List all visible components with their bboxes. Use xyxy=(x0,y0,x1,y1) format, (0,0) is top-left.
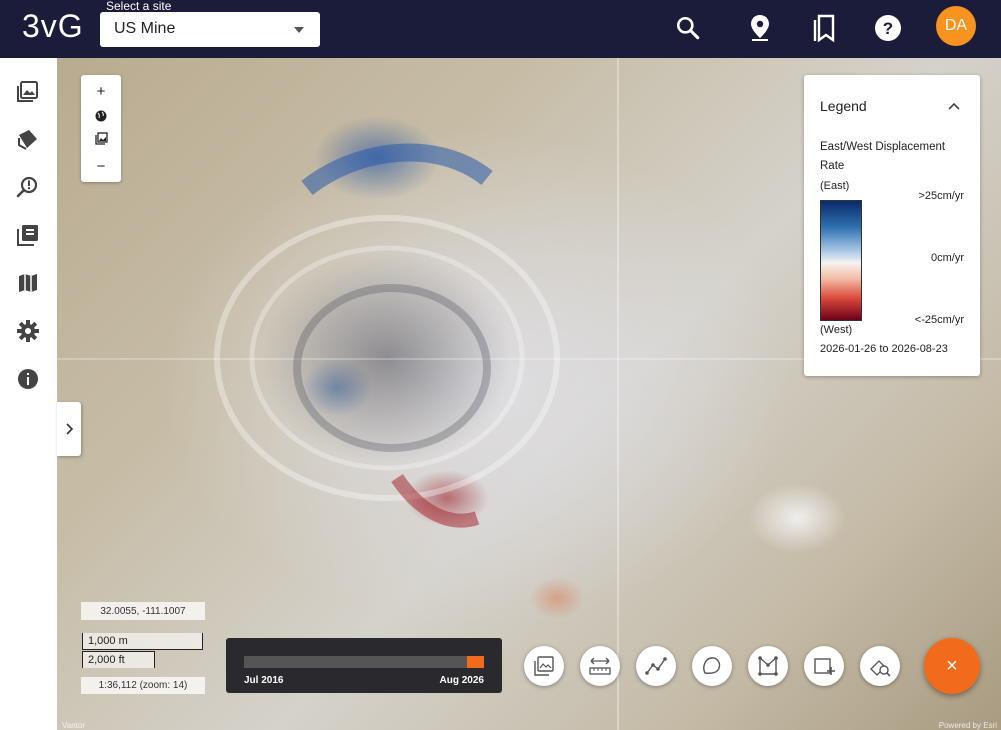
legend-east-label: (East) xyxy=(820,180,850,192)
close-fab-button[interactable]: × xyxy=(924,638,980,694)
avatar[interactable]: DA xyxy=(936,6,976,46)
site-select-value: US Mine xyxy=(114,20,176,37)
timeline-track[interactable] xyxy=(244,656,484,668)
legend-color-ramp xyxy=(820,200,862,321)
help-icon[interactable]: ? xyxy=(870,10,906,46)
svg-text:?: ? xyxy=(883,19,893,38)
polygon-tool-button[interactable] xyxy=(748,646,788,686)
timeline-selection[interactable] xyxy=(467,656,484,668)
imagery-tool-button[interactable] xyxy=(524,646,564,686)
chevron-up-icon[interactable] xyxy=(947,101,961,111)
globe-icon[interactable] xyxy=(81,106,121,126)
legend-tick-mid: 0cm/yr xyxy=(931,252,964,264)
location-pin-icon[interactable] xyxy=(742,10,778,46)
legend-panel: Legend East/West Displacement Rate (East… xyxy=(804,75,980,376)
legend-date-range: 2026-01-26 to 2026-08-23 xyxy=(820,343,948,355)
map-icon[interactable] xyxy=(14,269,42,297)
site-select[interactable]: US Mine xyxy=(100,12,320,47)
alerts-search-icon[interactable] xyxy=(14,173,42,201)
line-tool-button[interactable] xyxy=(636,646,676,686)
add-rectangle-button[interactable] xyxy=(804,646,844,686)
legend-tick-max: >25cm/yr xyxy=(918,190,964,202)
chevron-right-icon xyxy=(66,423,74,435)
settings-icon[interactable] xyxy=(14,317,42,345)
analysis-search-button[interactable] xyxy=(860,646,900,686)
collections-icon[interactable] xyxy=(14,221,42,249)
imagery-icon[interactable] xyxy=(14,77,42,105)
app-logo[interactable]: 3vG xyxy=(22,8,84,45)
timeline-end-label: Aug 2026 xyxy=(439,675,484,686)
zoom-control: + − xyxy=(81,75,121,182)
polygon-freehand-icon xyxy=(703,657,721,674)
timeline-panel: Jul 2016 Aug 2026 xyxy=(226,638,502,693)
cursor-coordinates: 32.0055, -111.1007 xyxy=(81,602,205,620)
legend-west-label: (West) xyxy=(820,324,853,336)
info-icon[interactable] xyxy=(14,365,42,393)
add-rectangle-icon xyxy=(814,658,835,675)
bookmarks-icon[interactable] xyxy=(806,10,842,46)
layers-icon[interactable] xyxy=(14,125,42,153)
map-attribution: Vantor xyxy=(62,721,85,730)
freehand-polygon-button[interactable] xyxy=(692,646,732,686)
imagery-tool-icon xyxy=(534,656,554,676)
zoom-in-button[interactable]: + xyxy=(81,80,121,102)
line-tool-icon xyxy=(645,657,667,675)
legend-title: Legend xyxy=(820,98,867,114)
esri-attribution: Powered by Esri xyxy=(938,721,997,730)
top-bar: 3vG Select a site US Mine ? DA xyxy=(0,0,1001,58)
analysis-search-icon xyxy=(870,660,891,677)
left-sidebar xyxy=(0,58,57,730)
scale-bar-metric: 1,000 m xyxy=(82,633,203,650)
zoom-level-readout: 1:36,112 (zoom: 14) xyxy=(81,677,205,694)
chevron-down-icon xyxy=(294,27,304,33)
search-icon[interactable] xyxy=(670,10,706,46)
basemap-icon[interactable] xyxy=(81,128,121,148)
legend-tick-min: <-25cm/yr xyxy=(914,314,964,326)
zoom-out-button[interactable]: − xyxy=(81,155,121,177)
timeline-start-label: Jul 2016 xyxy=(244,675,284,686)
polygon-tool-icon xyxy=(758,656,778,676)
scale-bar-imperial: 2,000 ft xyxy=(82,651,155,668)
legend-description: East/West Displacement Rate xyxy=(820,141,946,172)
measure-distance-icon xyxy=(589,657,611,675)
measure-distance-button[interactable] xyxy=(580,646,620,686)
expand-panel-button[interactable] xyxy=(57,402,81,456)
